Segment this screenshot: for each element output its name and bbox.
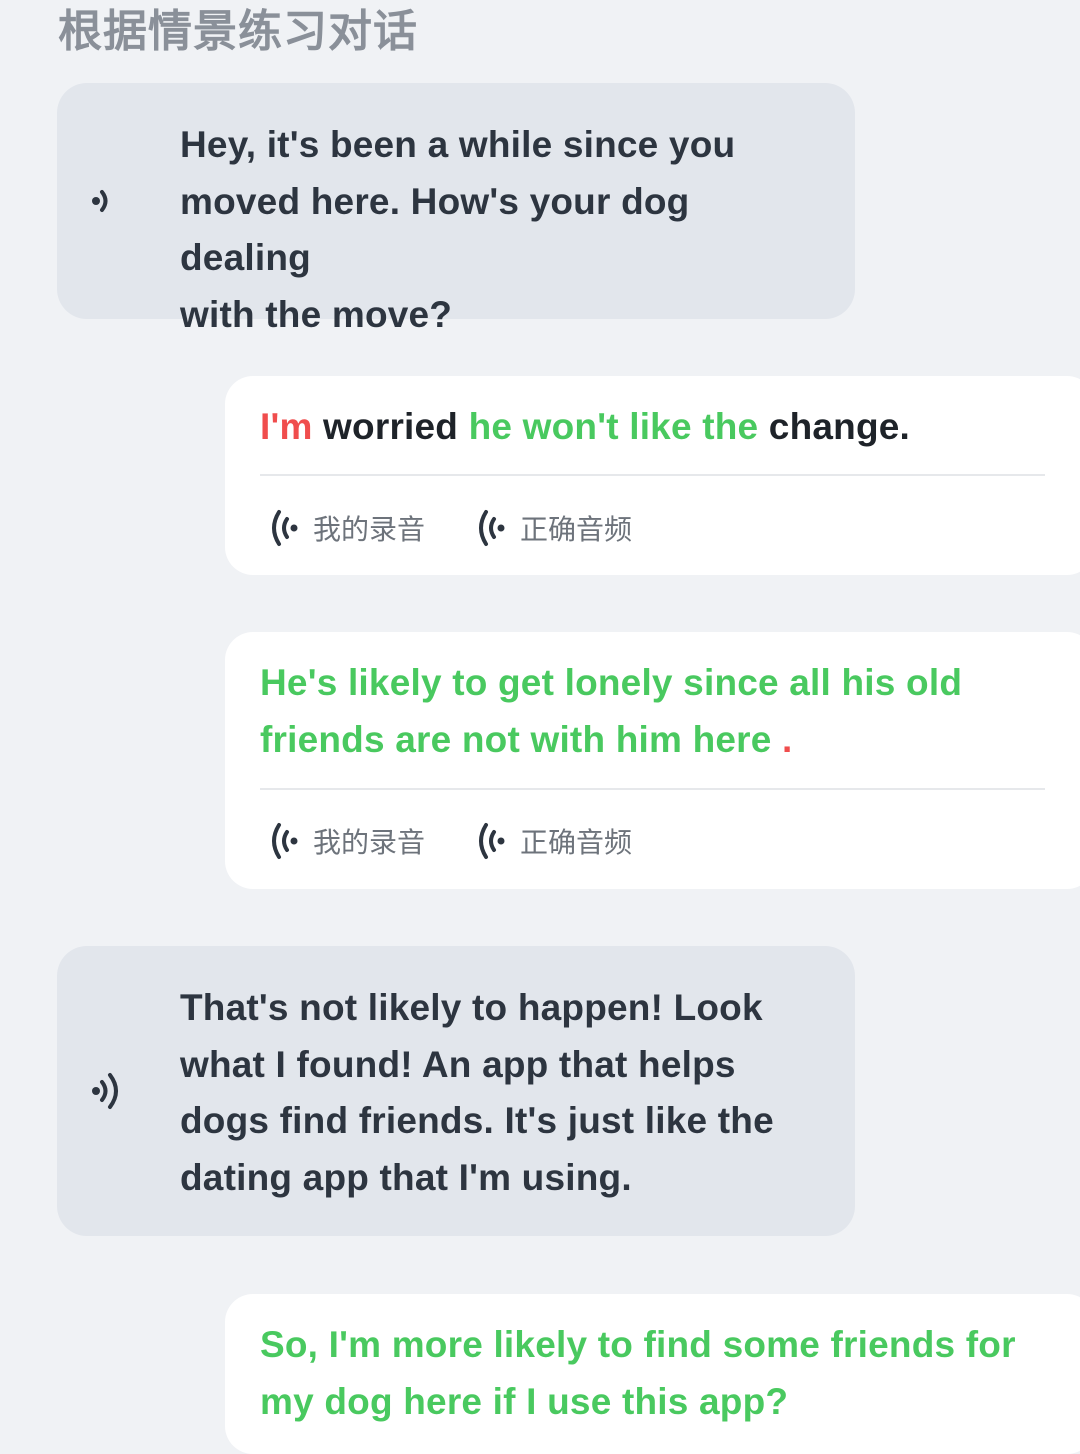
user-answer-card-2: He's likely to get lonely since all his …	[225, 632, 1080, 889]
my-recording-label: 我的录音	[313, 826, 426, 859]
divider	[260, 788, 1045, 790]
user-answer-card-3: So, I'm more likely to find some friends…	[225, 1294, 1080, 1454]
text-line: That's not likely to happen! Look	[180, 987, 763, 1028]
audio-wave-icon	[272, 510, 298, 546]
text-line: So, I'm more likely to find some friends…	[260, 1316, 1020, 1373]
divider	[260, 474, 1045, 476]
text-line: dating app that I'm using.	[180, 1156, 632, 1198]
partner-message-text: Hey, it's been a while since you moved h…	[180, 117, 825, 343]
correct-audio-label: 正确音频	[520, 826, 633, 859]
correct-audio-button[interactable]: 正确音频	[474, 816, 632, 866]
word-neutral: worried	[312, 406, 469, 447]
text-line: my dog here if I use this app?	[260, 1373, 1020, 1430]
word-correct: he won't like the	[468, 406, 759, 447]
correct-audio-label: 正确音频	[520, 513, 633, 546]
word-correct: friends are not with him here	[260, 719, 772, 760]
graded-sentence: So, I'm more likely to find some friends…	[260, 1316, 1020, 1430]
word-correct: He's likely to get lonely since all his …	[260, 662, 963, 703]
my-recording-button[interactable]: 我的录音	[267, 816, 425, 866]
text-line: with the move?	[180, 293, 453, 335]
page-title: 根据情景练习对话	[58, 6, 418, 57]
text-line: Hey, it's been a while since you	[180, 124, 736, 165]
text-line: friends are not with him here .	[260, 711, 1020, 768]
text-line: dogs find friends. It's just like the	[180, 1100, 774, 1141]
my-recording-button[interactable]: 我的录音	[267, 503, 425, 553]
partner-message-1: Hey, it's been a while since you moved h…	[57, 83, 855, 335]
word-neutral: change.	[758, 406, 911, 447]
graded-sentence: He's likely to get lonely since all his …	[260, 654, 1020, 768]
audio-wave-icon	[479, 510, 505, 546]
word-correct: So, I'm more likely to find some friends…	[260, 1324, 1016, 1365]
text-line: moved here. How's your dog dealing	[180, 180, 690, 279]
correct-audio-button[interactable]: 正确音频	[474, 503, 632, 553]
audio-wave-icon	[272, 823, 298, 859]
speaker-icon[interactable]	[87, 179, 127, 223]
partner-message-2: That's not likely to happen! Look what I…	[57, 946, 855, 1236]
my-recording-label: 我的录音	[313, 513, 426, 546]
partner-message-text: That's not likely to happen! Look what I…	[180, 980, 825, 1206]
user-answer-card-1: I'm worried he won't like the change. 我的…	[225, 376, 1080, 575]
audio-wave-icon	[479, 823, 505, 859]
word-incorrect: I'm	[260, 406, 313, 447]
text-line: He's likely to get lonely since all his …	[260, 654, 1020, 711]
word-correct: my dog here if I use this app?	[260, 1381, 789, 1422]
text-line: what I found! An app that helps	[180, 1043, 736, 1085]
word-incorrect: .	[771, 719, 793, 760]
speaker-icon[interactable]	[87, 1069, 127, 1113]
graded-sentence: I'm worried he won't like the change.	[260, 398, 1020, 455]
